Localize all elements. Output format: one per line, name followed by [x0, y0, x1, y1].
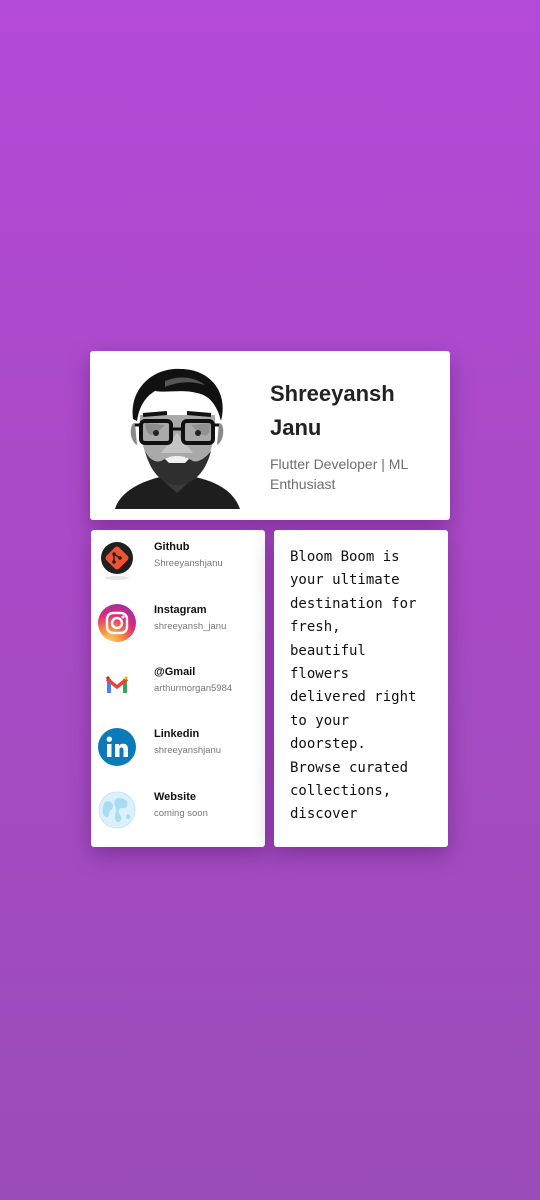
- link-name: Github: [154, 541, 190, 553]
- link-name: @Gmail: [154, 666, 196, 678]
- profile-name: Shreeyansh Janu: [270, 381, 395, 440]
- github-icon: [101, 542, 133, 580]
- link-handle: shreeyanshjanu: [154, 745, 222, 756]
- profile-card: Shreeyansh Janu Flutter Developer | ML E…: [90, 351, 450, 520]
- link-handle: shreeyansh_janu: [154, 621, 227, 632]
- gmail-icon: [105, 675, 129, 693]
- profile-title: Flutter Developer | ML Enthusiast: [270, 456, 408, 492]
- link-github[interactable]: Github Shreeyanshjanu: [91, 532, 265, 592]
- link-name: Website: [154, 791, 196, 803]
- link-website[interactable]: Website coming soon: [91, 782, 265, 842]
- bio-card: Bloom Boom is your ultimate destination …: [274, 530, 448, 847]
- link-name: Instagram: [154, 604, 207, 616]
- link-gmail[interactable]: @Gmail arthurmorgan5984: [91, 657, 265, 717]
- globe-icon: [98, 791, 136, 829]
- link-handle: arthurmorgan5984: [154, 683, 233, 694]
- bio-text: Bloom Boom is your ultimate destination …: [290, 549, 417, 823]
- link-linkedin[interactable]: Linkedin shreeyanshjanu: [91, 719, 265, 779]
- link-handle: Shreeyanshjanu: [154, 558, 223, 569]
- linkedin-icon: [98, 728, 136, 766]
- social-links-card: Github Shreeyanshjanu Instagram shreeyan…: [91, 530, 265, 847]
- link-name: Linkedin: [154, 728, 200, 740]
- avatar: [105, 363, 250, 509]
- instagram-icon: [98, 604, 136, 642]
- link-instagram[interactable]: Instagram shreeyansh_janu: [91, 595, 265, 655]
- link-handle: coming soon: [154, 808, 208, 819]
